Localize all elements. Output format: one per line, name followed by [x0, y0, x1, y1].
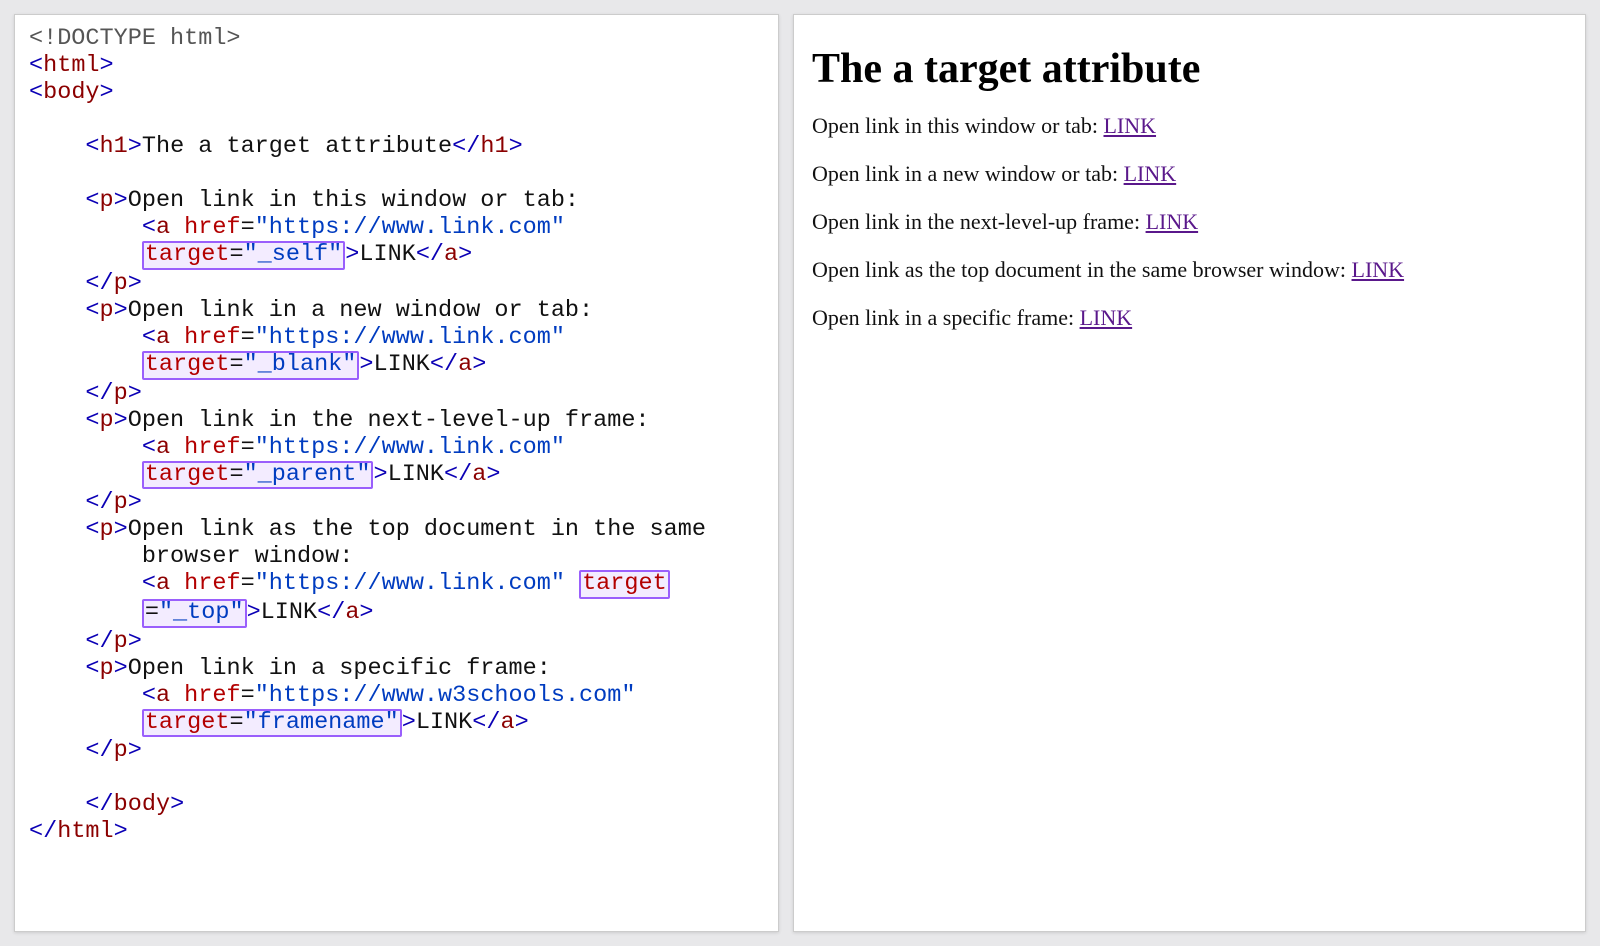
highlight-target-top-val: ="_top" — [142, 599, 247, 628]
para1-text: Open link in this window or tab: — [128, 187, 579, 214]
highlight-target-top-attr: target — [579, 570, 670, 599]
preview-heading: The a target attribute — [812, 45, 1567, 93]
preview-item-1: Open link in a new window or tab: LINK — [812, 161, 1567, 187]
preview-item-4-text: Open link in a specific frame: — [812, 305, 1080, 330]
body-open-tag: body — [43, 79, 99, 106]
highlight-target-parent: target="_parent" — [142, 461, 374, 490]
html-close-tag: html — [57, 818, 113, 845]
preview-item-0: Open link in this window or tab: LINK — [812, 113, 1567, 139]
preview-item-2: Open link in the next-level-up frame: LI… — [812, 209, 1567, 235]
preview-item-4-link[interactable]: LINK — [1080, 305, 1133, 330]
preview-item-2-link[interactable]: LINK — [1146, 209, 1199, 234]
preview-item-2-text: Open link in the next-level-up frame: — [812, 209, 1146, 234]
preview-item-0-text: Open link in this window or tab: — [812, 113, 1103, 138]
highlight-target-framename: target="framename" — [142, 709, 402, 738]
preview-item-0-link[interactable]: LINK — [1103, 113, 1156, 138]
h1-text: The a target attribute — [142, 133, 452, 160]
highlight-target-blank: target="_blank" — [142, 351, 360, 380]
code-panel: <!DOCTYPE html> <html> <body> <h1>The a … — [14, 14, 779, 932]
para3-text: Open link in the next-level-up frame: — [128, 407, 650, 434]
preview-item-1-link[interactable]: LINK — [1124, 161, 1177, 186]
para2-text: Open link in a new window or tab: — [128, 297, 593, 324]
preview-item-4: Open link in a specific frame: LINK — [812, 305, 1567, 331]
para4a-text: Open link as the top document in the sam… — [128, 516, 706, 543]
preview-item-3-link[interactable]: LINK — [1352, 257, 1405, 282]
preview-panel: The a target attribute Open link in this… — [793, 14, 1586, 932]
preview-item-1-text: Open link in a new window or tab: — [812, 161, 1124, 186]
para4b-text: browser window: — [142, 543, 354, 570]
source-code[interactable]: <!DOCTYPE html> <html> <body> <h1>The a … — [29, 25, 764, 845]
highlight-target-self: target="_self" — [142, 241, 345, 270]
preview-item-3-text: Open link as the top document in the sam… — [812, 257, 1352, 282]
doctype-line: <!DOCTYPE html> — [29, 25, 241, 52]
body-close-tag: body — [114, 791, 170, 818]
para5-text: Open link in a specific frame: — [128, 655, 551, 682]
html-open-tag: html — [43, 52, 99, 79]
preview-item-3: Open link as the top document in the sam… — [812, 257, 1567, 283]
